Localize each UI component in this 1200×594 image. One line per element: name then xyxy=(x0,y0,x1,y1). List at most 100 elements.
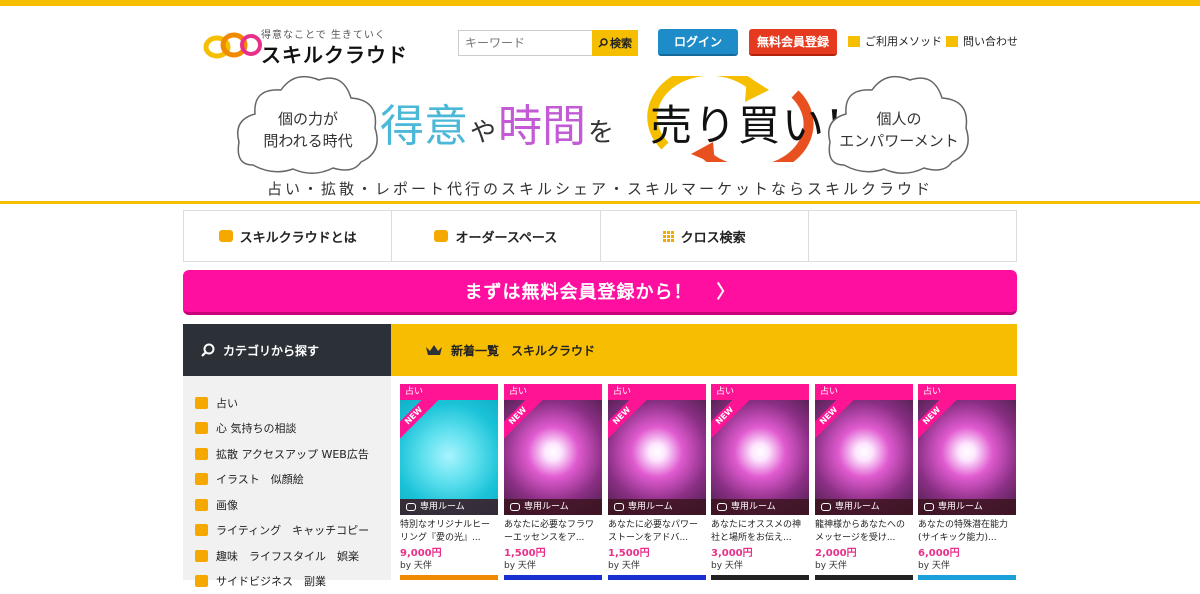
private-room-label: 専用ルーム xyxy=(815,499,913,515)
tagline-word-1: 得意 xyxy=(380,92,468,162)
private-room-text: 専用ルーム xyxy=(420,499,465,515)
listing-thumbnail[interactable]: 占い NEW 専用ルーム xyxy=(504,384,602,515)
next-row-thumbnail xyxy=(608,575,706,580)
login-button[interactable]: ログイン xyxy=(658,29,738,56)
message-icon xyxy=(434,230,448,242)
private-room-text: 専用ルーム xyxy=(628,499,673,515)
private-room-text: 専用ルーム xyxy=(835,499,880,515)
listing-thumbnail[interactable]: 占い NEW 専用ルーム xyxy=(400,384,498,515)
main-nav: スキルクラウドとは オーダースペース クロス検索 xyxy=(183,210,1017,262)
listing-card[interactable]: 占い NEW 専用ルーム 特別なオリジナルヒーリング『愛の光』... 9,000… xyxy=(400,384,498,580)
category-label: 画像 xyxy=(216,497,238,513)
next-row-thumbnail xyxy=(400,575,498,580)
book-icon xyxy=(848,36,860,47)
listing-title[interactable]: あなたに必要なフラワーエッセンスをア... xyxy=(504,519,602,545)
listing-price: 9,000円 xyxy=(400,544,442,559)
listing-author[interactable]: by 天伴 xyxy=(711,558,743,571)
category-item-counseling[interactable]: 心 気持ちの相談 xyxy=(183,416,391,442)
nav-item-about[interactable]: スキルクラウドとは xyxy=(184,211,392,261)
listing-author[interactable]: by 天伴 xyxy=(504,558,536,571)
category-item-hobby[interactable]: 趣味 ライフスタイル 娯楽 xyxy=(183,543,391,569)
category-item-side-business[interactable]: サイドビジネス 副業 xyxy=(183,569,391,594)
category-label: ライティング キャッチコピー xyxy=(216,522,369,538)
right-cloud-line1: 個人の xyxy=(824,108,974,130)
category-label: サイドビジネス 副業 xyxy=(216,573,326,589)
listing-thumbnail[interactable]: 占い NEW 専用ルーム xyxy=(608,384,706,515)
listing-category: 占い xyxy=(918,384,1016,400)
listing-grid: 占い NEW 専用ルーム 特別なオリジナルヒーリング『愛の光』... 9,000… xyxy=(400,384,1017,580)
listing-title[interactable]: 龍神様からあなたへのメッセージを受け... xyxy=(815,519,913,545)
web-icon xyxy=(195,448,208,460)
hero-swap-text: 売り買い! xyxy=(650,92,845,153)
heart-icon xyxy=(195,422,208,434)
search-icon xyxy=(201,343,215,357)
category-header-title: カテゴリから探す xyxy=(223,342,319,359)
usage-method-link[interactable]: ご利用メソッド xyxy=(848,33,942,49)
logo-mark-icon xyxy=(203,30,263,60)
category-item-writing[interactable]: ライティング キャッチコピー xyxy=(183,518,391,544)
listing-thumbnail[interactable]: 占い NEW 専用ルーム xyxy=(918,384,1016,515)
search-box: 検索 xyxy=(458,30,638,56)
nav-item-order-space[interactable]: オーダースペース xyxy=(392,211,600,261)
listing-thumbnail[interactable]: 占い NEW 専用ルーム xyxy=(711,384,809,515)
brush-icon xyxy=(195,473,208,485)
search-input[interactable] xyxy=(458,30,592,56)
contact-label: 問い合わせ xyxy=(963,33,1018,49)
tagline-word-2: や xyxy=(470,98,496,168)
category-label: 心 気持ちの相談 xyxy=(216,420,297,436)
listing-card[interactable]: 占い NEW 専用ルーム あなたにオススメの神社と場所をお伝え... 3,000… xyxy=(711,384,809,580)
search-button[interactable]: 検索 xyxy=(592,30,638,56)
right-cloud: 個人の エンパワーメント xyxy=(824,70,974,180)
mail-icon xyxy=(946,36,958,47)
listing-price: 6,000円 xyxy=(918,544,960,559)
listing-thumbnail[interactable]: 占い NEW 専用ルーム xyxy=(815,384,913,515)
listing-card[interactable]: 占い NEW 専用ルーム 龍神様からあなたへのメッセージを受け... 2,000… xyxy=(815,384,913,580)
category-label: イラスト 似顔絵 xyxy=(216,471,304,487)
chat-icon xyxy=(614,503,624,511)
coin-icon xyxy=(195,575,208,587)
chat-bubble-icon xyxy=(219,230,233,242)
nav-item-cross-search-label: クロス検索 xyxy=(681,227,746,246)
hero-subcopy: 占い・拡散・レポート代行のスキルシェア・スキルマーケットならスキルクラウド xyxy=(0,178,1200,199)
site-logo[interactable]: 得意なことで 生きていく スキルクラウド xyxy=(203,23,393,63)
listing-title[interactable]: あなたの特殊潜在能力(サイキック能力)... xyxy=(918,519,1016,545)
listing-title[interactable]: あなたにオススメの神社と場所をお伝え... xyxy=(711,519,809,545)
next-row-thumbnail xyxy=(918,575,1016,580)
category-item-illustration[interactable]: イラスト 似顔絵 xyxy=(183,467,391,493)
chat-icon xyxy=(924,503,934,511)
banner-divider xyxy=(0,201,1200,204)
hero-banner: 個の力が 問われる時代 得意 や 時間 を 売り買い! 個人の エンパワーメント… xyxy=(0,70,1200,202)
listing-card[interactable]: 占い NEW 専用ルーム あなたに必要なパワーストーンをアドバ... 1,500… xyxy=(608,384,706,580)
left-cloud-line1: 個の力が xyxy=(233,108,383,130)
listing-author[interactable]: by 天伴 xyxy=(918,558,950,571)
category-item-marketing[interactable]: 拡散 アクセスアップ WEB広告 xyxy=(183,441,391,467)
next-row-thumbnail xyxy=(711,575,809,580)
listing-title[interactable]: あなたに必要なパワーストーンをアドバ... xyxy=(608,519,706,545)
listing-category: 占い xyxy=(711,384,809,400)
category-item-image[interactable]: 画像 xyxy=(183,492,391,518)
nav-item-cross-search[interactable]: クロス検索 xyxy=(601,211,809,261)
listing-category: 占い xyxy=(504,384,602,400)
free-register-cta[interactable]: まずは無料会員登録から！ 〉 xyxy=(183,270,1017,315)
listing-author[interactable]: by 天伴 xyxy=(608,558,640,571)
category-label: 趣味 ライフスタイル 娯楽 xyxy=(216,548,359,564)
listing-title[interactable]: 特別なオリジナルヒーリング『愛の光』... xyxy=(400,519,498,545)
listing-category: 占い xyxy=(815,384,913,400)
nav-item-empty xyxy=(809,211,1016,261)
listing-card[interactable]: 占い NEW 専用ルーム あなたの特殊潜在能力(サイキック能力)... 6,00… xyxy=(918,384,1016,580)
category-item-fortune[interactable]: 占い xyxy=(183,390,391,416)
listing-price: 3,000円 xyxy=(711,544,753,559)
left-cloud: 個の力が 問われる時代 xyxy=(233,70,383,180)
next-row-thumbnail xyxy=(815,575,913,580)
top-accent-bar xyxy=(0,0,1200,6)
listing-category: 占い xyxy=(400,384,498,400)
listing-author[interactable]: by 天伴 xyxy=(815,558,847,571)
listing-author[interactable]: by 天伴 xyxy=(400,558,432,571)
nav-item-order-space-label: オーダースペース xyxy=(455,227,557,246)
contact-link[interactable]: 問い合わせ xyxy=(946,33,1018,49)
usage-method-label: ご利用メソッド xyxy=(865,33,942,49)
listing-card[interactable]: 占い NEW 専用ルーム あなたに必要なフラワーエッセンスをア... 1,500… xyxy=(504,384,602,580)
private-room-label: 専用ルーム xyxy=(711,499,809,515)
register-button[interactable]: 無料会員登録 xyxy=(749,29,837,56)
new-listings-header: 新着一覧 スキルクラウド xyxy=(391,324,1017,376)
